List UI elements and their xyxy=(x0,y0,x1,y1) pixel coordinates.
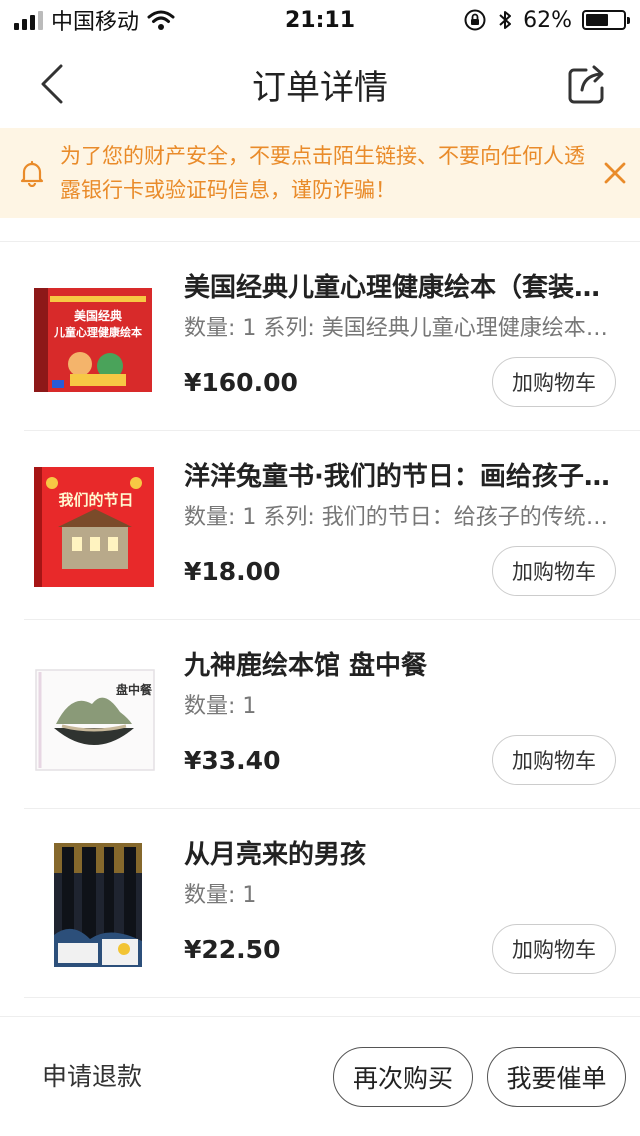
add-to-cart-button[interactable]: 加购物车 xyxy=(492,546,616,596)
refund-button[interactable]: 申请退款 xyxy=(42,1061,142,1093)
battery-level xyxy=(586,14,609,26)
product-list: 美国经典 儿童心理健康绘本 美国经典儿童心理健康绘本（套装共10册） 数量: 1… xyxy=(0,242,640,998)
product-spec: 数量: 1 xyxy=(184,694,257,719)
product-name[interactable]: 从月亮来的男孩 xyxy=(184,837,618,873)
product-spec: 数量: 1 系列: 美国经典儿童心理健康绘本套装 xyxy=(184,316,618,341)
signal-icon xyxy=(14,10,43,30)
status-right: 62% xyxy=(463,7,630,33)
page-title: 订单详情 xyxy=(252,67,388,108)
cover-title-line: 儿童心理健康绘本 xyxy=(53,325,142,339)
close-icon xyxy=(604,162,626,184)
notice-text: 为了您的财产安全，不要点击陌生链接、不要向任何人透露银行卡或验证码信息，谨防诈骗… xyxy=(60,144,585,202)
security-notice: 为了您的财产安全，不要点击陌生链接、不要向任何人透露银行卡或验证码信息，谨防诈骗… xyxy=(0,128,640,218)
list-item[interactable]: 从月亮来的男孩 数量: 1 ¥22.50 加购物车 xyxy=(24,809,640,998)
cover-title-line: 盘中餐 xyxy=(116,682,153,697)
add-to-cart-button[interactable]: 加购物车 xyxy=(492,735,616,785)
bell-icon xyxy=(20,160,44,187)
nav-bar: 订单详情 xyxy=(0,40,640,128)
product-name[interactable]: 洋洋兔童书·我们的节日：画给孩子的传统节日 xyxy=(184,459,618,495)
battery-percent: 62% xyxy=(523,7,572,33)
product-cover[interactable]: 盘中餐 xyxy=(32,654,156,778)
list-item[interactable]: 盘中餐 九神鹿绘本馆 盘中餐 数量: 1 ¥33.40 加购物车 xyxy=(24,620,640,809)
product-name[interactable]: 美国经典儿童心理健康绘本（套装共10册） xyxy=(184,270,618,306)
close-notice-button[interactable] xyxy=(600,158,630,188)
status-bar: 中国移动 21:11 62% xyxy=(0,0,640,40)
cover-title-line: 我们的节日 xyxy=(58,491,133,509)
list-item[interactable]: 我们的节日 洋洋兔童书·我们的节日：画给孩子的传统节日 数量: 1 系列: 我们… xyxy=(24,431,640,620)
status-left: 中国移动 xyxy=(14,4,175,36)
book-cover-image xyxy=(54,843,142,967)
product-price: ¥18.00 xyxy=(184,557,281,586)
carrier-label: 中国移动 xyxy=(51,10,140,35)
book-cover-image: 美国经典 儿童心理健康绘本 xyxy=(34,288,152,392)
orientation-lock-icon xyxy=(464,9,486,31)
back-button[interactable] xyxy=(30,62,74,106)
product-cover[interactable]: 美国经典 儿童心理健康绘本 xyxy=(32,276,156,400)
bottom-action-bar: 申请退款 再次购买 我要催单 xyxy=(0,1016,640,1136)
product-name[interactable]: 九神鹿绘本馆 盘中餐 xyxy=(184,648,618,684)
product-cover[interactable]: 我们的节日 xyxy=(32,465,156,589)
bluetooth-icon xyxy=(499,11,512,29)
book-cover-image: 我们的节日 xyxy=(34,467,154,587)
book-cover-image: 盘中餐 xyxy=(35,669,155,771)
share-icon xyxy=(568,65,604,104)
add-to-cart-button[interactable]: 加购物车 xyxy=(492,357,616,407)
product-spec: 数量: 1 系列: 我们的节日：给孩子的传统节日绘本 xyxy=(184,505,618,530)
list-item[interactable]: 美国经典 儿童心理健康绘本 美国经典儿童心理健康绘本（套装共10册） 数量: 1… xyxy=(24,242,640,431)
add-to-cart-button[interactable]: 加购物车 xyxy=(492,924,616,974)
rebuy-button[interactable]: 再次购买 xyxy=(333,1047,473,1107)
product-cover[interactable] xyxy=(32,843,156,967)
product-price: ¥22.50 xyxy=(184,935,281,964)
cover-title-line: 美国经典 xyxy=(74,308,122,323)
product-price: ¥33.40 xyxy=(184,746,281,775)
product-price: ¥160.00 xyxy=(184,368,298,397)
chevron-left-icon xyxy=(41,64,63,104)
wifi-icon xyxy=(147,10,175,30)
battery-icon xyxy=(582,10,630,30)
product-spec: 数量: 1 xyxy=(184,883,257,908)
section-divider xyxy=(0,218,640,242)
urge-order-button[interactable]: 我要催单 xyxy=(487,1047,626,1107)
share-button[interactable] xyxy=(564,60,612,108)
